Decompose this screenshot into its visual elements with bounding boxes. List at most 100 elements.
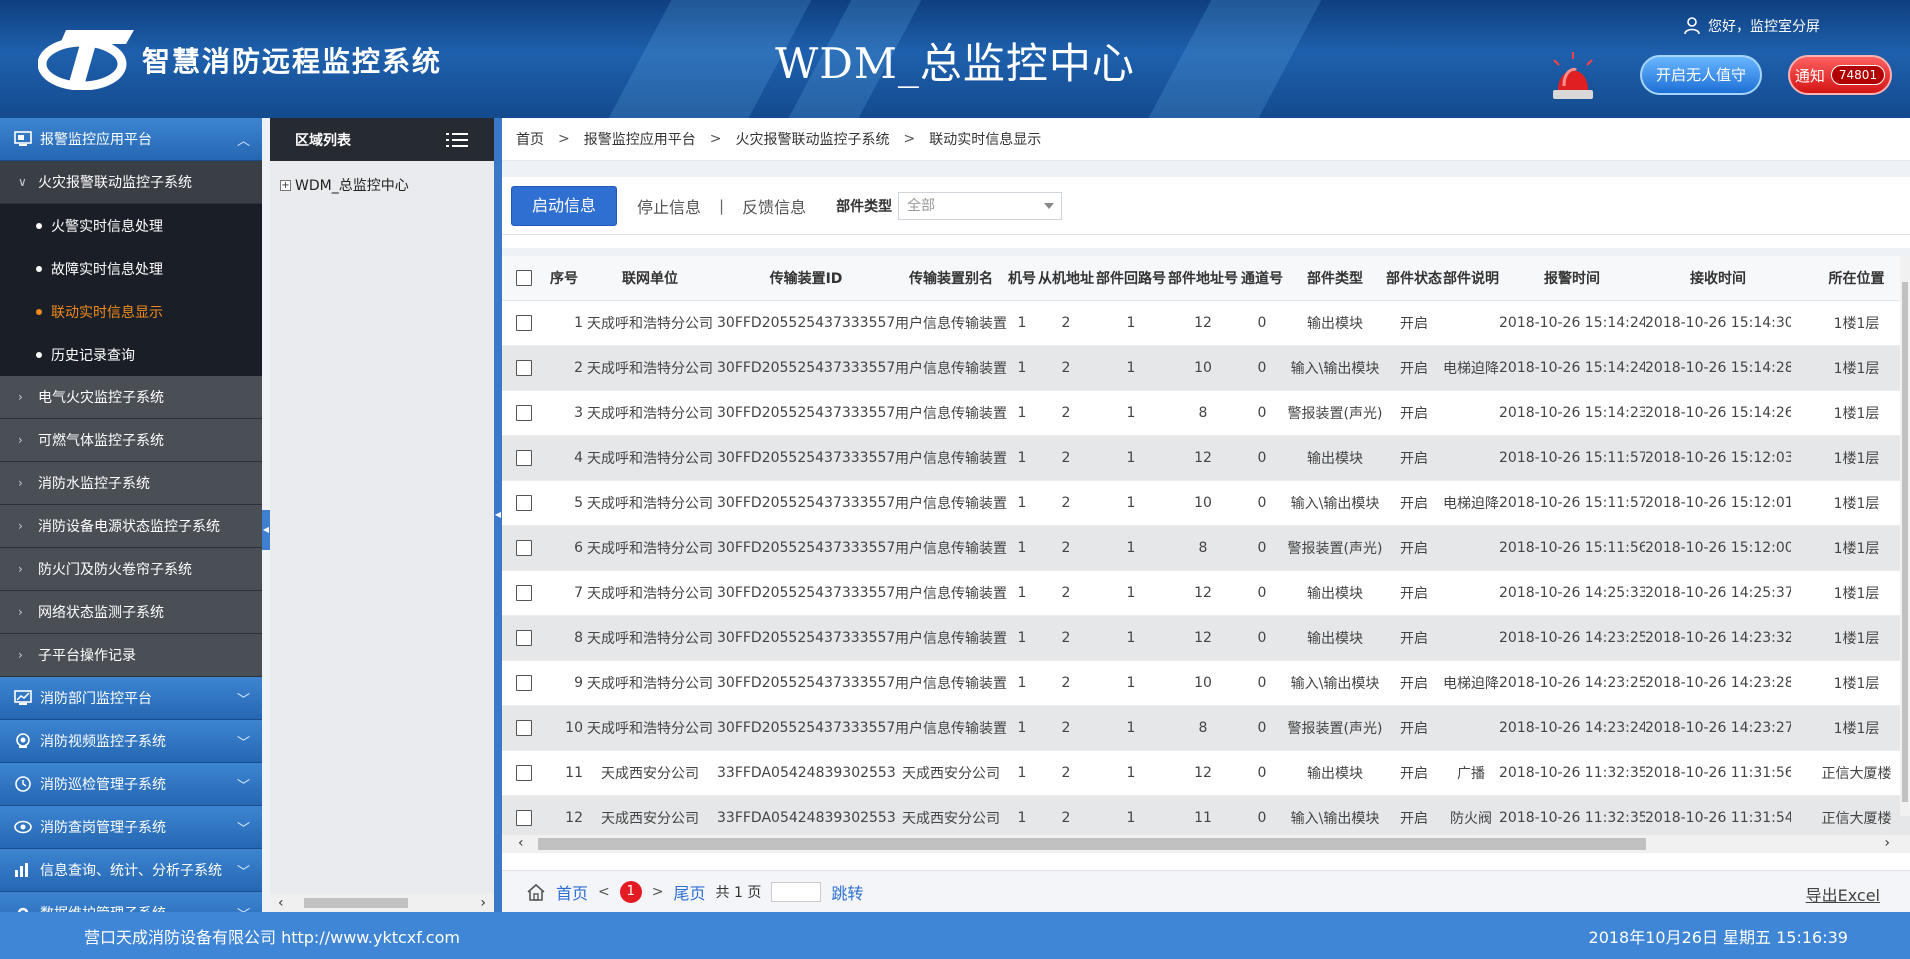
sidebar-sub-oplog[interactable]: › 子平台操作记录 — [0, 634, 262, 677]
row-select-cell[interactable] — [502, 705, 545, 751]
table-row[interactable]: 4天成呼和浩特分公司30FFD2055254373335572551用户信息传输… — [502, 435, 1910, 481]
table-row[interactable]: 11天成西安分公司33FFDA054248393025531143天成西安分公司… — [502, 750, 1910, 796]
last-page-link[interactable]: 尾页 — [673, 880, 705, 904]
sidebar-platform-post-check[interactable]: 消防查岗管理子系统 ﹀ — [0, 806, 262, 849]
row-checkbox[interactable] — [515, 494, 532, 511]
table-cell: 输入\输出模块 — [1285, 660, 1385, 706]
sidebar-leaf-linkage-realtime[interactable]: 联动实时信息显示 — [0, 290, 262, 333]
sidebar-platform-fire-dept[interactable]: 消防部门监控平台 ﹀ — [0, 677, 262, 720]
table-row[interactable]: 7天成呼和浩特分公司30FFD2055254373335572551用户信息传输… — [502, 570, 1910, 616]
row-checkbox[interactable] — [515, 404, 532, 421]
sidebar-sub-fire-alarm[interactable]: ∨ 火灾报警联动监控子系统 — [0, 161, 262, 204]
row-checkbox[interactable] — [515, 314, 532, 331]
row-checkbox[interactable] — [515, 809, 532, 826]
prev-page-link[interactable]: < — [598, 884, 610, 900]
feedback-info-tab[interactable]: 反馈信息 — [742, 194, 806, 218]
row-select-cell[interactable] — [502, 480, 545, 526]
scroll-thumb[interactable] — [304, 898, 408, 908]
jump-button[interactable]: 跳转 — [831, 880, 863, 904]
table-horizontal-scrollbar[interactable]: ‹ › — [502, 835, 1910, 853]
sidebar-platform-alarm[interactable]: 报警监控应用平台 ︿ — [0, 118, 262, 161]
sidebar-platform-stats[interactable]: 信息查询、统计、分析子系统 ﹀ — [0, 849, 262, 892]
row-checkbox[interactable] — [515, 674, 532, 691]
next-page-link[interactable]: > — [652, 884, 664, 900]
row-checkbox[interactable] — [515, 629, 532, 646]
sidebar-platform-video[interactable]: 消防视频监控子系统 ﹀ — [0, 720, 262, 763]
notify-button[interactable]: 通知 74801 — [1788, 55, 1892, 95]
breadcrumb: 首页 > 报警监控应用平台 > 火灾报警联动监控子系统 > 联动实时信息显示 — [502, 118, 1910, 161]
page-jump-input[interactable] — [771, 881, 822, 902]
row-checkbox[interactable] — [515, 359, 532, 376]
row-select-cell[interactable] — [502, 300, 545, 346]
select-all-checkbox[interactable] — [515, 269, 532, 286]
table-row[interactable]: 9天成呼和浩特分公司30FFD2055254373335572551用户信息传输… — [502, 660, 1910, 706]
table-row[interactable]: 8天成呼和浩特分公司30FFD2055254373335572551用户信息传输… — [502, 615, 1910, 661]
row-checkbox[interactable] — [515, 449, 532, 466]
table-cell: 12 — [1167, 615, 1239, 661]
first-page-link[interactable]: 首页 — [556, 880, 588, 904]
table-row[interactable]: 2天成呼和浩特分公司30FFD2055254373335572551用户信息传输… — [502, 345, 1910, 391]
row-checkbox[interactable] — [515, 719, 532, 736]
row-select-cell[interactable] — [502, 525, 545, 571]
user-greeting[interactable]: 您好，监控室分屏 — [1684, 16, 1820, 36]
divider — [502, 161, 1910, 177]
alarm-light-icon[interactable] — [1548, 50, 1598, 102]
select-all-cell[interactable] — [502, 256, 545, 301]
table-row[interactable]: 3天成呼和浩特分公司30FFD2055254373335572551用户信息传输… — [502, 390, 1910, 436]
sidebar-sub-firedoor[interactable]: › 防火门及防火卷帘子系统 — [0, 548, 262, 591]
table-row[interactable]: 5天成呼和浩特分公司30FFD2055254373335572551用户信息传输… — [502, 480, 1910, 526]
row-checkbox[interactable] — [515, 539, 532, 556]
breadcrumb-item[interactable]: 火灾报警联动监控子系统 — [735, 129, 889, 149]
current-page-badge[interactable]: 1 — [619, 880, 642, 903]
sidebar-collapse-handle[interactable]: ◀ — [262, 510, 270, 550]
home-icon[interactable] — [526, 883, 546, 901]
table-cell: 3 — [545, 390, 583, 436]
scroll-left-icon[interactable]: ‹ — [278, 895, 284, 911]
table-row[interactable]: 6天成呼和浩特分公司30FFD2055254373335572551用户信息传输… — [502, 525, 1910, 571]
table-row[interactable]: 10天成呼和浩特分公司30FFD2055254373335572551用户信息传… — [502, 705, 1910, 751]
scroll-thumb[interactable] — [1902, 282, 1908, 802]
expand-icon[interactable]: + — [280, 179, 291, 191]
area-tree-node[interactable]: + WDM_总监控中心 — [270, 161, 494, 209]
list-menu-icon[interactable] — [446, 132, 468, 148]
sidebar-leaf-fire-realtime[interactable]: 火警实时信息处理 — [0, 204, 262, 247]
export-excel-link[interactable]: 导出Excel — [1806, 882, 1880, 906]
breadcrumb-item[interactable]: 报警监控应用平台 — [584, 129, 696, 149]
start-info-button[interactable]: 启动信息 — [511, 185, 617, 226]
sidebar-platform-patrol[interactable]: 消防巡检管理子系统 ﹀ — [0, 763, 262, 806]
table-cell: 用户信息传输装置 — [895, 390, 1007, 436]
row-checkbox[interactable] — [515, 584, 532, 601]
sidebar-platform-data-maint[interactable]: 数据维护管理子系统 ﹀ — [0, 892, 262, 912]
scroll-right-icon[interactable]: › — [1884, 835, 1890, 851]
stop-info-tab[interactable]: 停止信息 — [637, 194, 701, 218]
table-row[interactable]: 1天成呼和浩特分公司30FFD205525437333557 2551用户信息传… — [502, 300, 1910, 346]
scroll-right-icon[interactable]: › — [480, 895, 486, 911]
row-select-cell[interactable] — [502, 435, 545, 481]
table-vertical-scrollbar[interactable] — [1900, 256, 1910, 816]
row-select-cell[interactable] — [502, 390, 545, 436]
sidebar-leaf-fault-realtime[interactable]: 故障实时信息处理 — [0, 247, 262, 290]
table-cell: 防火阀 — [1443, 795, 1499, 835]
unattended-button[interactable]: 开启无人值守 — [1640, 55, 1762, 95]
row-select-cell[interactable] — [502, 750, 545, 796]
sidebar-sub-gas[interactable]: › 可燃气体监控子系统 — [0, 419, 262, 462]
sidebar-sub-electrical[interactable]: › 电气火灾监控子系统 — [0, 376, 262, 419]
sidebar-leaf-history[interactable]: 历史记录查询 — [0, 333, 262, 376]
row-select-cell[interactable] — [502, 570, 545, 616]
area-panel-collapse-handle[interactable]: ◀ — [494, 118, 502, 912]
table-row[interactable]: 12天成西安分公司33FFDA054248393025531143天成西安分公司… — [502, 795, 1910, 835]
part-type-select[interactable]: 全部 — [898, 191, 1063, 220]
row-select-cell[interactable] — [502, 345, 545, 391]
scroll-thumb[interactable] — [538, 838, 1646, 850]
row-select-cell[interactable] — [502, 795, 545, 835]
sidebar-sub-power[interactable]: › 消防设备电源状态监控子系统 — [0, 505, 262, 548]
row-select-cell[interactable] — [502, 615, 545, 661]
scroll-left-icon[interactable]: ‹ — [518, 835, 524, 851]
row-checkbox[interactable] — [515, 764, 532, 781]
row-select-cell[interactable] — [502, 660, 545, 706]
area-horizontal-scrollbar[interactable]: ‹ › — [270, 894, 494, 912]
sidebar-sub-network[interactable]: › 网络状态监测子系统 — [0, 591, 262, 634]
table-cell: 开启 — [1385, 570, 1443, 616]
breadcrumb-item[interactable]: 首页 — [516, 129, 544, 149]
sidebar-sub-water[interactable]: › 消防水监控子系统 — [0, 462, 262, 505]
